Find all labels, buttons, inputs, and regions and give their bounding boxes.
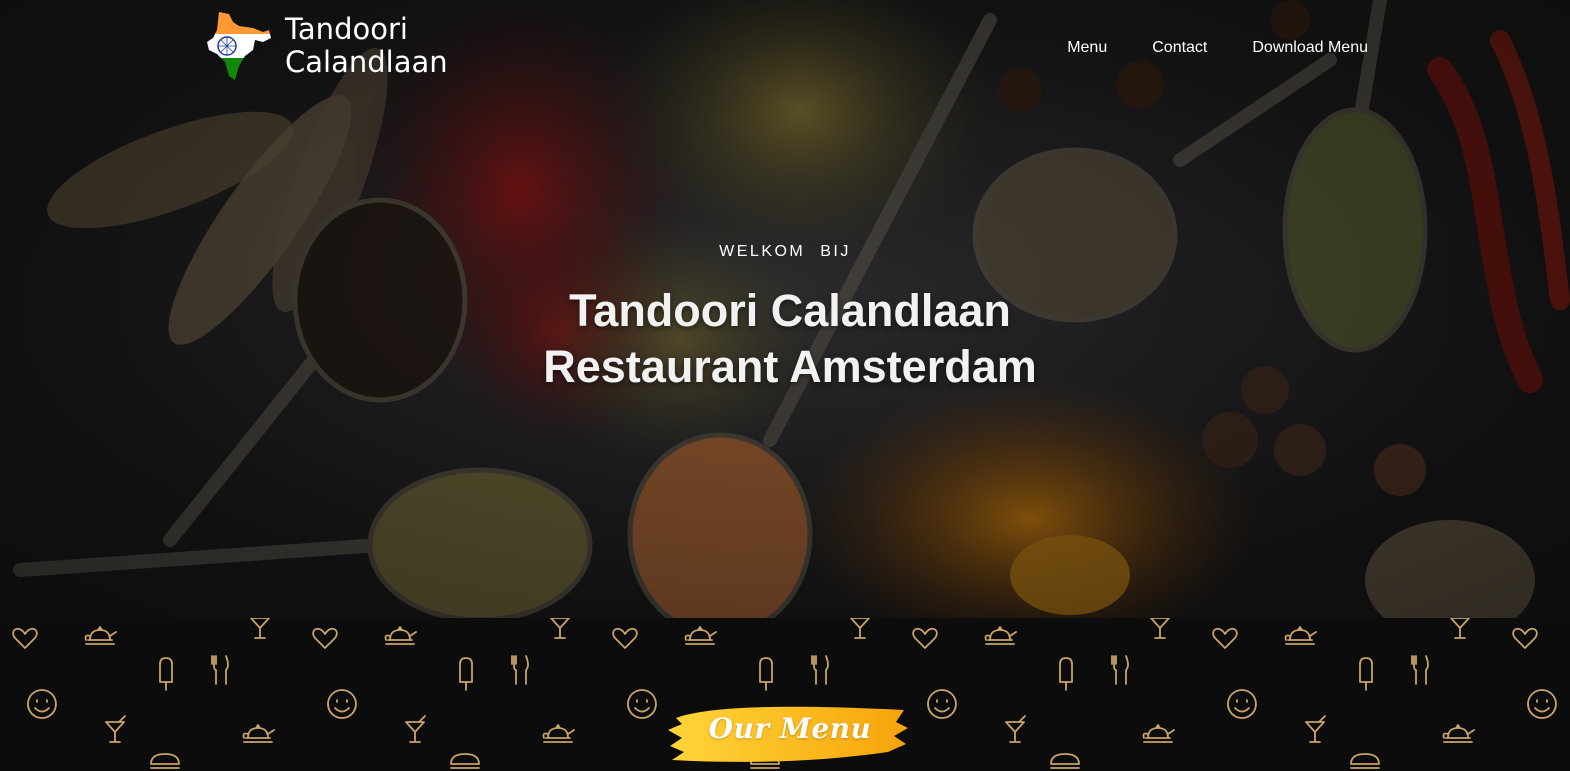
teapot-icon <box>1442 724 1475 743</box>
cocktail-icon <box>1005 715 1026 743</box>
heart-icon <box>12 627 38 649</box>
teapot-icon <box>984 626 1017 645</box>
cocktail-icon <box>550 618 570 639</box>
heart-icon <box>1212 627 1238 649</box>
main-navigation: Menu Contact Download Menu <box>1067 39 1368 57</box>
popsicle-icon <box>459 657 473 691</box>
popsicle-icon <box>159 657 173 691</box>
popsicle-icon <box>1359 657 1373 691</box>
brand-name: Tandoori Calandlaan <box>285 13 465 79</box>
cocktail-icon <box>850 618 870 639</box>
cutlery-icon <box>1111 655 1129 685</box>
burger-icon <box>1350 753 1380 769</box>
welcome-word-2: BIJ <box>820 243 851 260</box>
hero-title-line2: Restaurant Amsterdam <box>543 341 1037 392</box>
heart-icon <box>912 627 938 649</box>
smiley-icon <box>1527 689 1557 719</box>
smiley-icon <box>27 689 57 719</box>
our-menu-label: Our Menu <box>708 712 872 745</box>
heart-icon <box>1512 627 1538 649</box>
burger-icon <box>450 753 480 769</box>
cocktail-icon <box>250 618 270 639</box>
heart-icon <box>312 627 338 649</box>
teapot-icon <box>542 724 575 743</box>
welcome-word-1: WELKOM <box>719 243 806 260</box>
teapot-icon <box>684 626 717 645</box>
our-menu-button[interactable]: Our Menu <box>668 700 912 766</box>
cutlery-icon <box>811 655 829 685</box>
teapot-icon <box>1142 724 1175 743</box>
smiley-icon <box>927 689 957 719</box>
teapot-icon <box>384 626 417 645</box>
welcome-subtitle: WELKOM BIJ <box>0 243 1570 261</box>
cocktail-icon <box>1150 618 1170 639</box>
popsicle-icon <box>1059 657 1073 691</box>
burger-icon <box>1050 753 1080 769</box>
smiley-icon <box>627 689 657 719</box>
cocktail-icon <box>1450 618 1470 639</box>
india-map-flag-icon <box>207 12 271 80</box>
cutlery-icon <box>211 655 229 685</box>
brand-name-line1: Tandoori <box>285 12 408 46</box>
nav-item-contact[interactable]: Contact <box>1152 39 1207 57</box>
smiley-icon <box>1227 689 1257 719</box>
nav-item-download-menu[interactable]: Download Menu <box>1252 39 1368 57</box>
cocktail-icon <box>1305 715 1326 743</box>
nav-item-menu[interactable]: Menu <box>1067 39 1107 57</box>
teapot-icon <box>242 724 275 743</box>
cutlery-icon <box>511 655 529 685</box>
burger-icon <box>150 753 180 769</box>
smiley-icon <box>327 689 357 719</box>
cocktail-icon <box>105 715 126 743</box>
brand-name-line2: Calandlaan <box>285 45 448 79</box>
cocktail-icon <box>405 715 426 743</box>
cutlery-icon <box>1411 655 1429 685</box>
brand-logo-link[interactable]: Tandoori Calandlaan <box>205 10 465 82</box>
teapot-icon <box>1284 626 1317 645</box>
hero-title: Tandoori Calandlaan Restaurant Amsterdam <box>0 283 1570 395</box>
hero-section: Tandoori Calandlaan Menu Contact Downloa… <box>0 0 1570 618</box>
popsicle-icon <box>759 657 773 691</box>
heart-icon <box>612 627 638 649</box>
teapot-icon <box>84 626 117 645</box>
hero-title-line1: Tandoori Calandlaan <box>569 285 1011 336</box>
